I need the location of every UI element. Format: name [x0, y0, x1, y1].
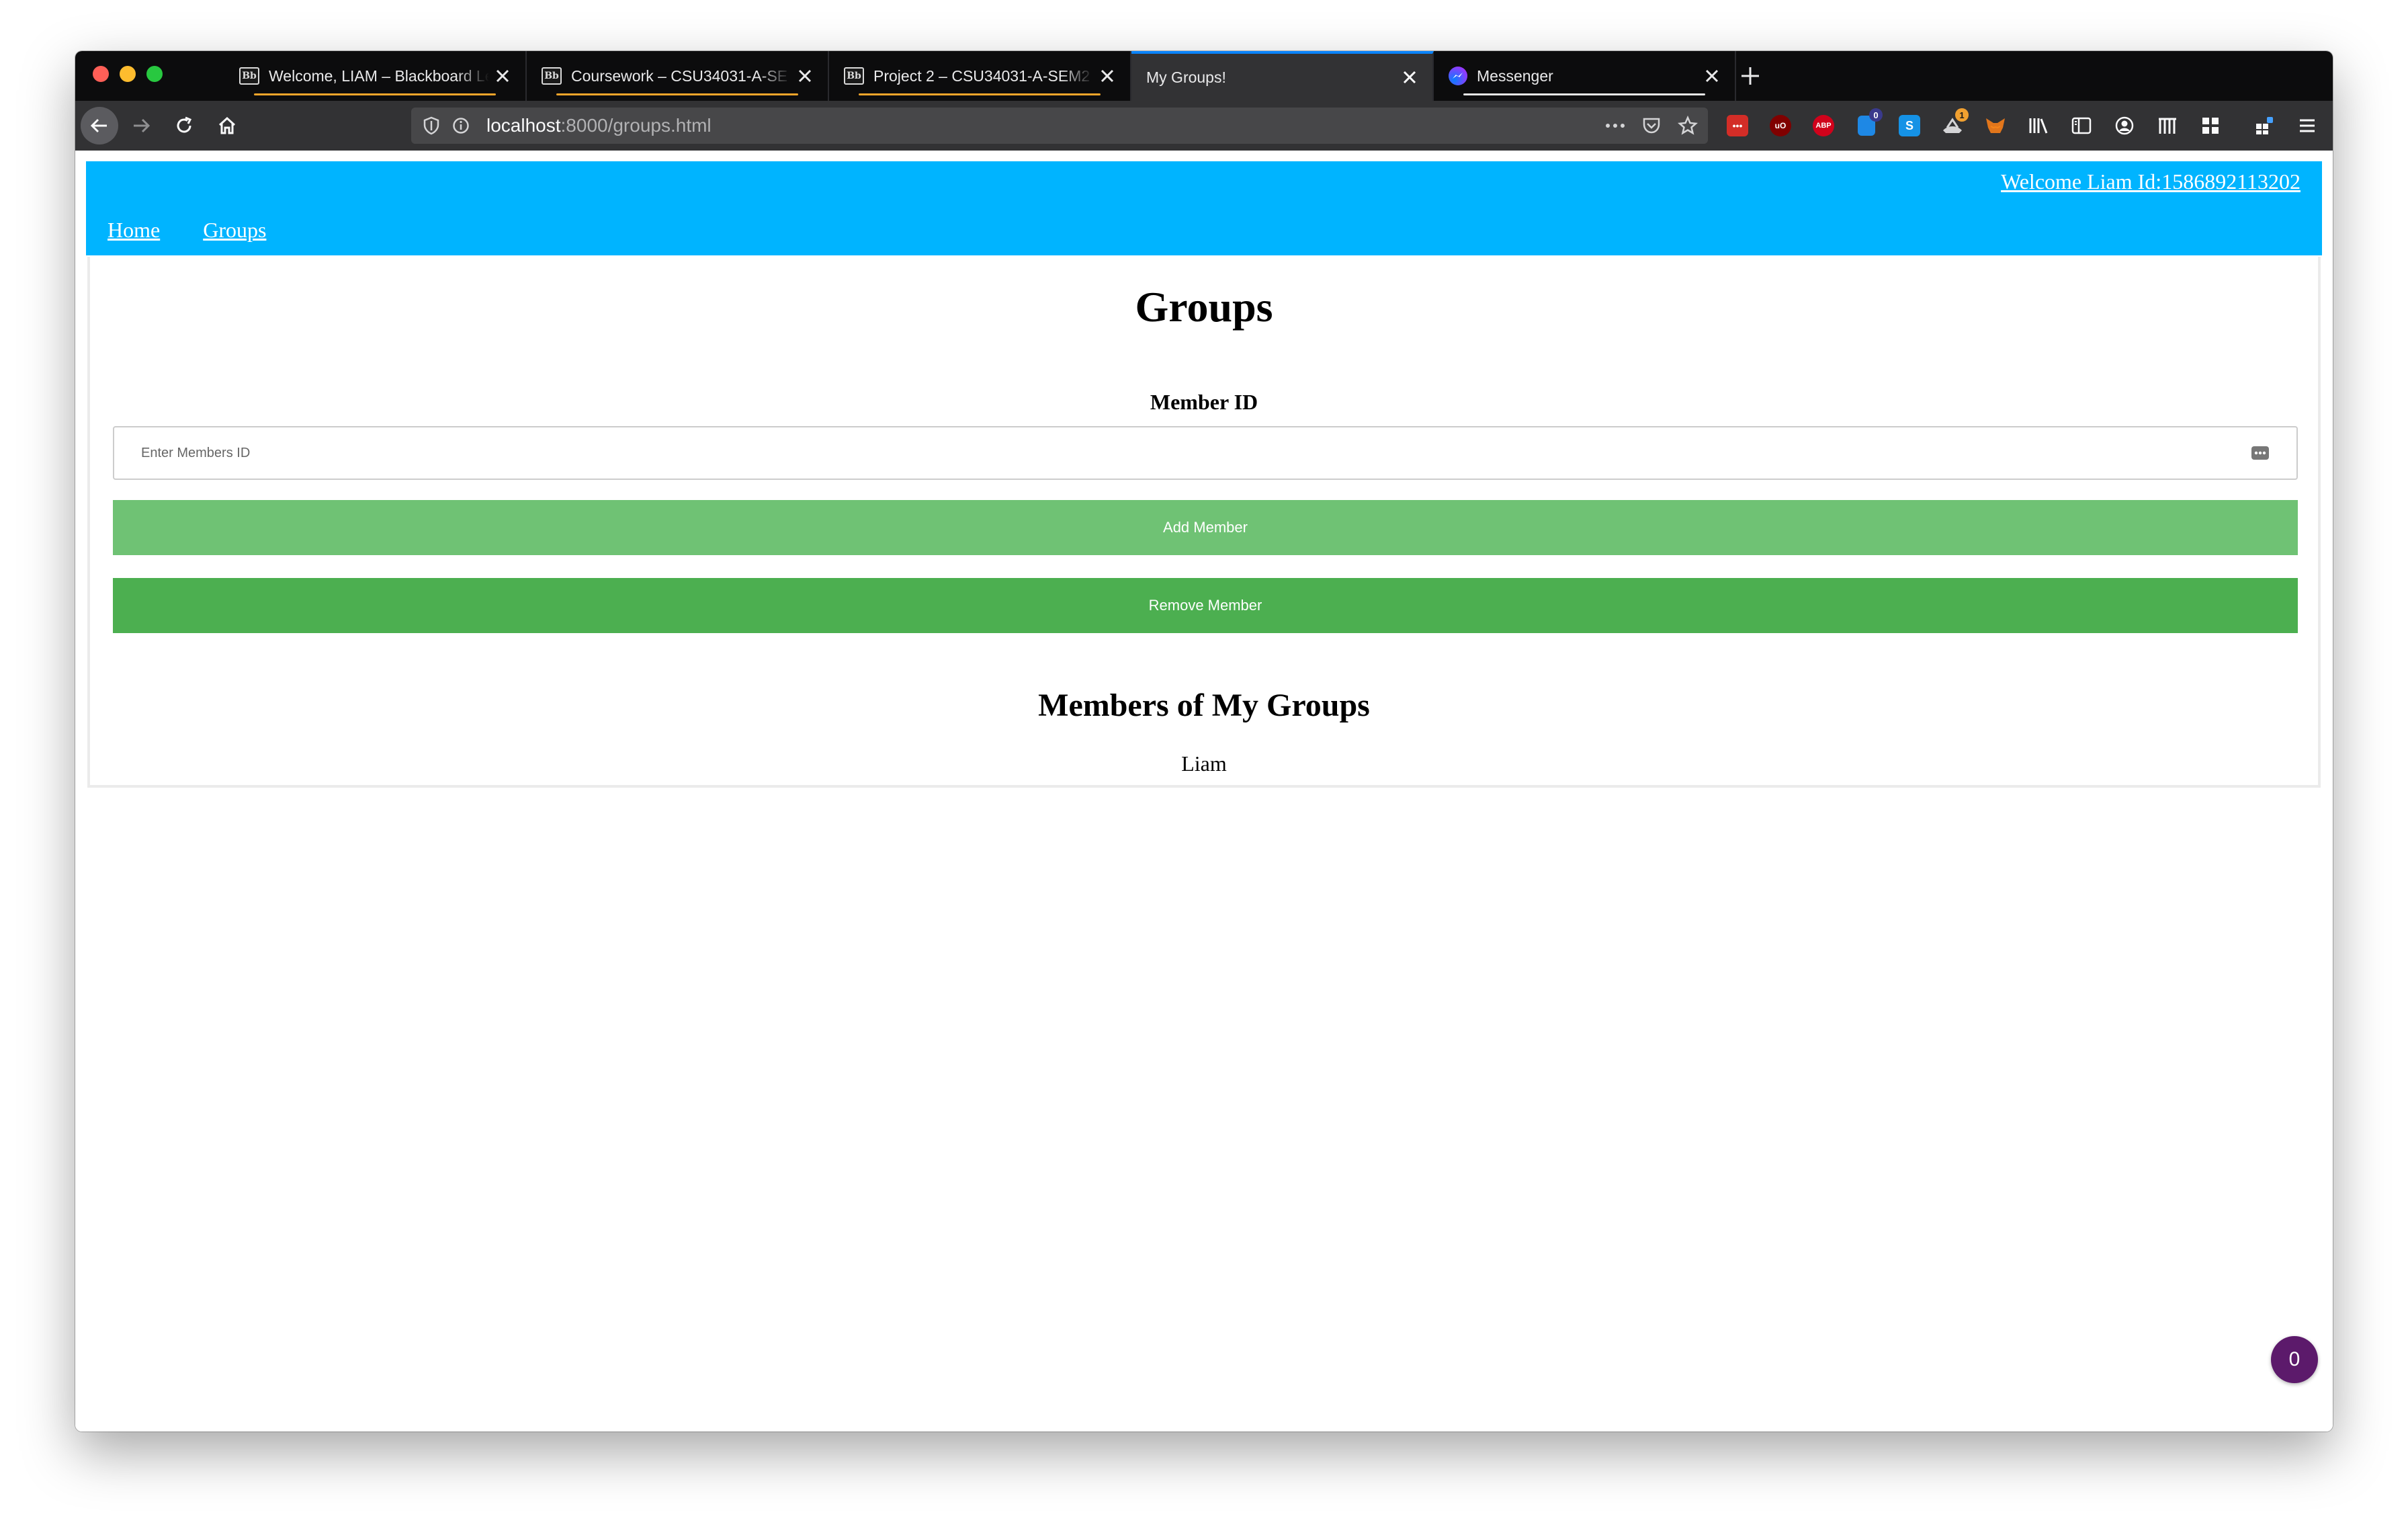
library-icon — [2029, 118, 2048, 134]
hamburger-icon — [2300, 119, 2315, 132]
blackboard-icon: Bb — [239, 67, 259, 85]
home-button[interactable] — [208, 107, 246, 144]
lastpass-extension-icon[interactable]: ••• — [1723, 111, 1752, 140]
columns-icon — [2159, 118, 2176, 134]
close-icon[interactable] — [1698, 63, 1725, 89]
minimize-window-button[interactable] — [120, 66, 136, 82]
tab-attention-indicator — [254, 93, 496, 95]
sidebar-button[interactable] — [2067, 111, 2096, 140]
page-viewport: Welcome Liam Id:1586892113202 Home Group… — [75, 151, 2333, 1432]
tab-attention-indicator — [859, 93, 1101, 95]
browser-window: Bb Welcome, LIAM – Blackboard Le Bb Cour… — [75, 51, 2333, 1432]
close-window-button[interactable] — [93, 66, 109, 82]
members-section-title: Members of My Groups — [1038, 688, 1370, 723]
tab-strip: Bb Welcome, LIAM – Blackboard Le Bb Cour… — [75, 51, 2333, 101]
navigation-toolbar: localhost:8000/groups.html ••• uO ABP 0 — [75, 101, 2333, 151]
bookmark-star-icon[interactable] — [1673, 111, 1703, 140]
url-bar[interactable]: localhost:8000/groups.html — [411, 108, 1708, 144]
url-host: localhost — [486, 115, 561, 136]
groups-card: Groups Member ID Add Member Remove Membe… — [87, 257, 2321, 788]
menu-button[interactable] — [2292, 111, 2322, 140]
nav-home-link[interactable]: Home — [108, 218, 160, 243]
url-path: :8000/groups.html — [560, 115, 712, 136]
fox-icon — [1986, 118, 2005, 133]
extension-badge: 0 — [1869, 108, 1883, 122]
tab-blackboard-welcome[interactable]: Bb Welcome, LIAM – Blackboard Le — [224, 51, 527, 101]
arrow-left-icon — [90, 118, 107, 133]
page-title: Groups — [1135, 283, 1273, 331]
close-icon[interactable] — [1396, 64, 1423, 91]
close-icon[interactable] — [1094, 63, 1121, 89]
site-nav: Home Groups — [108, 218, 266, 243]
tab-label: Project 2 – CSU34031-A-SEM2 — [873, 67, 1090, 85]
tab-my-groups[interactable]: My Groups! — [1131, 51, 1434, 101]
ublock-icon: uO — [1770, 115, 1791, 136]
overflow-extensions-button[interactable] — [2249, 111, 2279, 140]
tracking-protection-icon[interactable] — [417, 111, 446, 140]
nav-groups-link[interactable]: Groups — [203, 218, 266, 243]
reload-icon — [177, 116, 192, 133]
chat-widget-button[interactable]: 0 — [2271, 1336, 2318, 1383]
multi-column-extension[interactable] — [2153, 111, 2182, 140]
grid-extension[interactable] — [2196, 111, 2225, 140]
tab-label: My Groups! — [1146, 68, 1226, 86]
metamask-extension-icon[interactable] — [1981, 111, 2010, 140]
page-actions-icon[interactable] — [1600, 111, 1630, 140]
close-icon[interactable] — [791, 63, 818, 89]
tab-coursework[interactable]: Bb Coursework – CSU34031-A-SE — [527, 51, 829, 101]
s-icon: S — [1899, 115, 1920, 136]
remove-member-button[interactable]: Remove Member — [113, 578, 2298, 633]
member-id-label: Member ID — [1150, 390, 1258, 414]
tab-project-2[interactable]: Bb Project 2 – CSU34031-A-SEM2 — [829, 51, 1131, 101]
tab-label: Messenger — [1477, 67, 1553, 85]
forward-button[interactable] — [122, 107, 160, 144]
password-manager-icon[interactable] — [2248, 441, 2272, 465]
adblock-extension-icon[interactable]: ABP — [1809, 111, 1838, 140]
adblock-icon: ABP — [1813, 115, 1834, 136]
site-header: Welcome Liam Id:1586892113202 Home Group… — [86, 161, 2322, 255]
url-text[interactable]: localhost:8000/groups.html — [486, 115, 712, 136]
back-button[interactable] — [81, 107, 118, 144]
pocket-icon[interactable] — [1637, 111, 1666, 140]
close-icon[interactable] — [489, 63, 516, 89]
sidebar-icon — [2071, 117, 2092, 134]
messenger-icon — [1449, 67, 1467, 85]
account-button[interactable] — [2110, 111, 2139, 140]
add-member-button[interactable]: Add Member — [113, 500, 2298, 555]
zoom-window-button[interactable] — [146, 66, 163, 82]
tab-messenger[interactable]: Messenger — [1434, 51, 1736, 101]
welcome-link[interactable]: Welcome Liam Id:1586892113202 — [2001, 169, 2300, 194]
grid-icon — [2202, 118, 2219, 134]
s-extension-icon[interactable]: S — [1895, 111, 1924, 140]
blackboard-icon: Bb — [844, 67, 864, 85]
tab-sound-indicator — [1463, 93, 1705, 95]
home-icon — [218, 116, 236, 134]
member-id-input[interactable] — [113, 426, 2298, 480]
arrow-right-icon — [134, 118, 150, 133]
site-info-icon[interactable] — [446, 111, 476, 140]
extension-notifier[interactable]: 1 — [1938, 108, 1969, 140]
new-tab-button[interactable] — [1735, 60, 1766, 91]
lastpass-icon: ••• — [1727, 115, 1748, 136]
reload-button[interactable] — [165, 107, 203, 144]
tab-attention-indicator — [556, 93, 798, 95]
member-list-item: Liam — [1181, 751, 1227, 776]
account-icon — [2115, 116, 2134, 135]
notifier-badge: 1 — [1955, 108, 1969, 122]
plus-icon — [1742, 67, 1759, 85]
tab-label: Welcome, LIAM – Blackboard Le — [269, 67, 489, 85]
library-button[interactable] — [2024, 111, 2053, 140]
extensions-icon — [2256, 117, 2273, 134]
blackboard-icon: Bb — [542, 67, 562, 85]
ublock-extension-icon[interactable]: uO — [1766, 111, 1795, 140]
tab-label: Coursework – CSU34031-A-SE — [571, 67, 788, 85]
extension-with-badge[interactable]: 0 — [1852, 108, 1883, 140]
